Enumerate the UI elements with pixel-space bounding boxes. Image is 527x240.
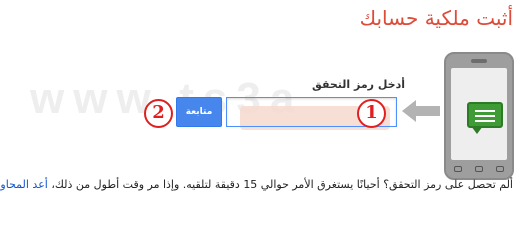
help-text-body: ألم تحصل على رمز التحقق؟ أحيانًا يستغرق … (47, 178, 513, 191)
home-key-icon (475, 166, 483, 172)
phone-screen (451, 68, 507, 160)
step-1-badge: 1 (357, 99, 386, 128)
arrow-left-icon (402, 100, 440, 122)
message-bubble-tail (471, 126, 483, 134)
message-bubble-icon (467, 102, 503, 128)
menu-key-icon (454, 166, 462, 172)
back-key-icon (496, 166, 504, 172)
phone-speaker (471, 59, 487, 63)
code-field-label: أدخل رمز التحقق (312, 78, 405, 91)
page-title: أثبت ملكية حسابك (359, 6, 513, 30)
phone-icon (444, 52, 514, 180)
continue-button[interactable]: متابعة (176, 97, 222, 127)
retry-link[interactable]: أعد المحاولة (0, 178, 48, 191)
phone-keys (454, 164, 504, 174)
help-text: ألم تحصل على رمز التحقق؟ أحيانًا يستغرق … (0, 178, 513, 191)
step-2-badge: 2 (144, 99, 173, 128)
